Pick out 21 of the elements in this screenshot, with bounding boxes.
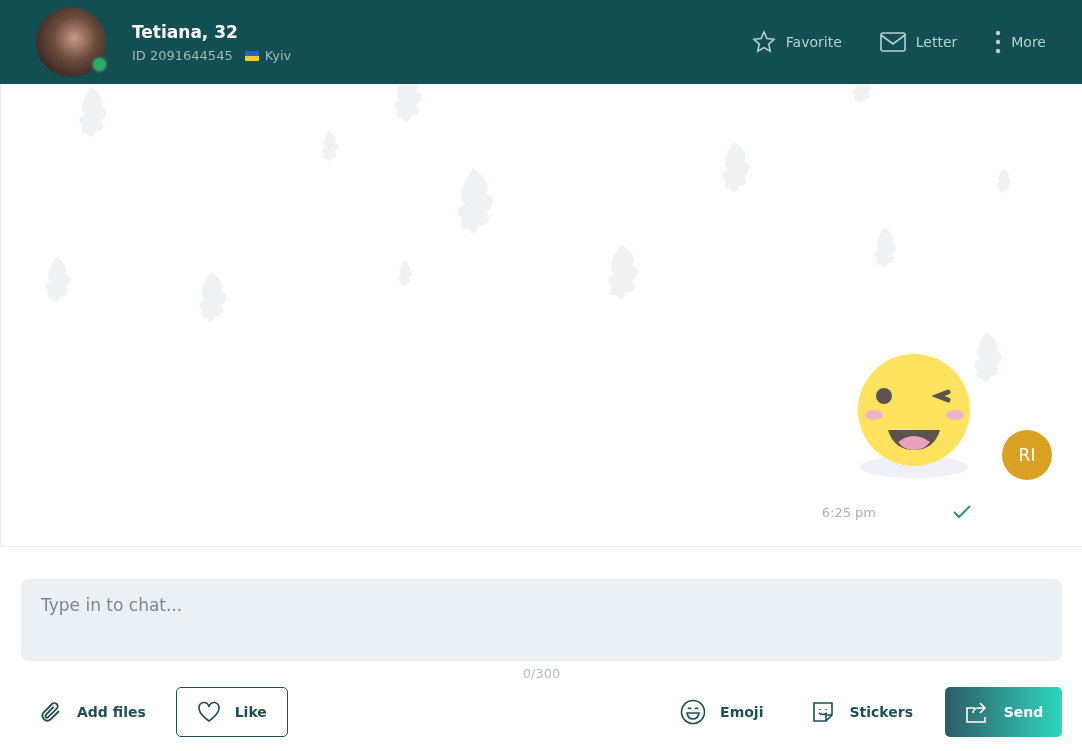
profile-location: Kyiv <box>244 47 292 63</box>
heart-icon <box>196 701 221 723</box>
sticker-icon <box>811 700 836 724</box>
chat-input-field[interactable]: Type in to chat... <box>21 579 1062 661</box>
like-button[interactable]: Like <box>175 687 288 737</box>
stickers-button[interactable]: Stickers <box>793 687 931 737</box>
envelope-icon <box>879 32 906 52</box>
user-avatar: RI <box>1002 430 1052 480</box>
emoji-button[interactable]: Emoji <box>662 687 782 737</box>
message-time: 6:25 pm <box>821 504 876 520</box>
favorite-button[interactable]: Favorite <box>751 30 842 54</box>
profile-id: ID 2091644545 <box>132 47 233 63</box>
paperclip-icon <box>39 700 63 724</box>
files-button[interactable]: Add files <box>21 687 164 737</box>
more-button[interactable]: More <box>995 30 1046 54</box>
letter-button[interactable]: Letter <box>879 32 958 52</box>
profile-name: Tetiana, 32 <box>132 21 239 42</box>
character-counter: 0/300 <box>521 666 562 681</box>
more-icon <box>995 30 1002 54</box>
smiley-icon <box>680 699 707 725</box>
star-icon <box>751 30 776 54</box>
